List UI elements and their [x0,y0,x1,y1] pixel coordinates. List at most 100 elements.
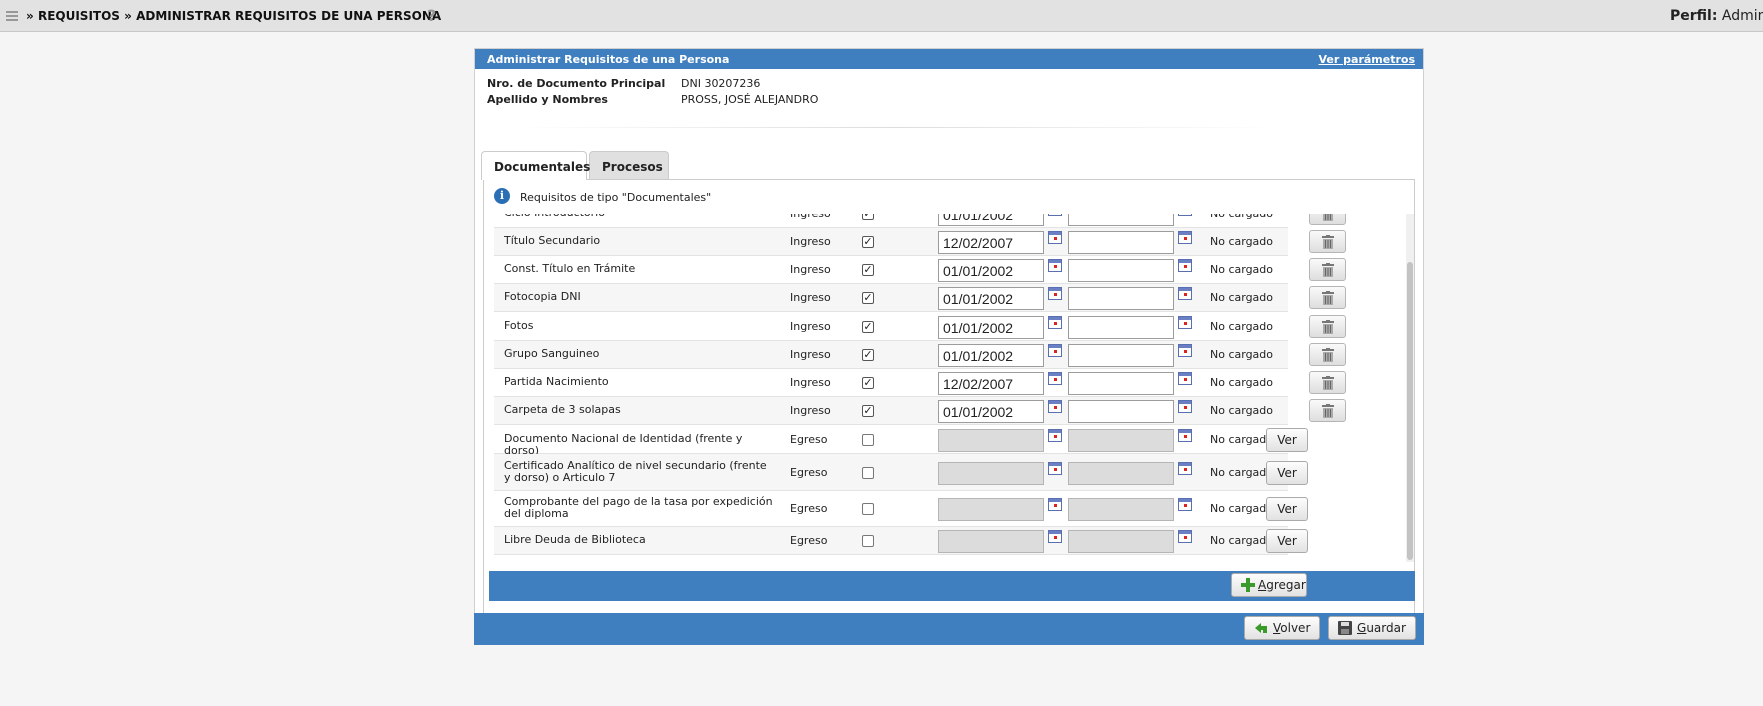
delete-button[interactable] [1309,258,1346,281]
fecha-desde-input[interactable] [938,498,1044,521]
fecha-hasta-input[interactable] [1068,400,1174,423]
calendar-icon[interactable] [1178,498,1192,511]
perfil-value: Adminis [1721,8,1763,24]
ver-button[interactable]: Ver [1266,460,1308,485]
requisito-checkbox[interactable] [862,433,874,446]
fecha-hasta-input[interactable] [1068,461,1174,485]
footer-bar: Volver Guardar [474,613,1424,645]
main-panel: Administrar Requisitos de una Persona Ve… [474,48,1424,644]
fecha-desde-input[interactable]: 01/01/2002 [938,400,1044,423]
fecha-desde-input[interactable]: 01/01/2002 [938,214,1044,226]
info-icon: i [494,188,510,204]
requisito-checkbox[interactable]: ✓ [862,236,874,248]
calendar-icon[interactable] [1178,214,1192,216]
tab-procesos[interactable]: Procesos [589,151,669,179]
help-icon[interactable]: ? [427,6,436,25]
requisito-checkbox[interactable]: ✓ [862,320,874,333]
fecha-hasta-input[interactable] [1068,498,1174,521]
calendar-icon[interactable] [1048,461,1062,475]
requisito-checkbox[interactable] [862,466,874,479]
fecha-hasta-input[interactable] [1068,214,1174,226]
fecha-desde-input[interactable] [938,461,1044,485]
fecha-hasta-input[interactable] [1068,231,1174,254]
requisito-checkbox[interactable]: ✓ [862,377,874,389]
calendar-icon[interactable] [1048,530,1062,543]
fecha-hasta-input[interactable] [1068,372,1174,395]
calendar-icon[interactable] [1048,214,1062,216]
delete-button[interactable] [1309,399,1346,422]
fecha-desde-input[interactable]: 01/01/2002 [938,344,1044,367]
requisito-checkbox[interactable]: ✓ [862,264,874,276]
requisito-checkbox[interactable]: ✓ [862,405,874,417]
fecha-desde-input[interactable] [938,428,1044,452]
status-text: No cargado [1210,235,1274,248]
scroll-thumb[interactable] [1407,262,1413,560]
status-text: No cargado [1210,319,1274,333]
guardar-button[interactable]: Guardar [1328,616,1416,640]
requisito-type: Egreso [790,534,828,547]
panel-title: Administrar Requisitos de una Persona [487,53,730,66]
fecha-desde-input[interactable] [938,530,1044,553]
calendar-icon[interactable] [1178,428,1192,442]
calendar-icon[interactable] [1048,428,1062,442]
table-row: Partida Nacimiento Ingreso ✓ 12/02/2007 No c… [494,369,1346,397]
calendar-icon[interactable] [1048,231,1062,244]
calendar-icon[interactable] [1178,287,1192,300]
delete-button[interactable] [1309,214,1346,225]
add-bar: Agregar [489,571,1415,601]
fecha-hasta-input[interactable] [1068,259,1174,282]
calendar-icon[interactable] [1048,344,1062,357]
fecha-desde-input[interactable]: 01/01/2002 [938,315,1044,339]
requisito-type: Egreso [790,465,828,479]
ver-button[interactable]: Ver [1266,497,1308,521]
calendar-icon[interactable] [1048,287,1062,300]
menu-icon[interactable] [6,11,18,21]
fecha-desde-input[interactable]: 12/02/2007 [938,231,1044,254]
fecha-desde-input[interactable]: 01/01/2002 [938,259,1044,282]
requisito-type: Ingreso [790,214,831,220]
breadcrumb-item-requisitos[interactable]: REQUISITOS [38,9,120,23]
volver-button[interactable]: Volver [1244,616,1320,640]
calendar-icon[interactable] [1178,372,1192,385]
status-text: No cargado [1210,348,1274,361]
calendar-icon[interactable] [1178,530,1192,543]
delete-button[interactable] [1309,314,1346,338]
fecha-hasta-input[interactable] [1068,315,1174,339]
calendar-icon[interactable] [1048,315,1062,329]
requisito-checkbox[interactable]: ✓ [862,214,874,220]
fecha-hasta-input[interactable] [1068,344,1174,367]
fecha-desde-input[interactable]: 12/02/2007 [938,372,1044,395]
ver-button[interactable]: Ver [1266,427,1308,452]
calendar-icon[interactable] [1048,498,1062,511]
requisito-type: Egreso [790,432,828,446]
calendar-icon[interactable] [1178,461,1192,475]
tab-documentales[interactable]: Documentales [481,151,590,180]
calendar-icon[interactable] [1048,372,1062,385]
calendar-icon[interactable] [1048,259,1062,272]
requisito-checkbox[interactable] [862,503,874,515]
scrollbar[interactable] [1406,214,1414,562]
calendar-icon[interactable] [1178,344,1192,357]
ver-parametros-link[interactable]: Ver parámetros [1319,53,1415,66]
delete-button[interactable] [1309,371,1346,394]
calendar-icon[interactable] [1178,315,1192,329]
requisito-checkbox[interactable]: ✓ [862,349,874,361]
fecha-hasta-input[interactable] [1068,287,1174,310]
delete-button[interactable] [1309,230,1346,253]
fecha-desde-input[interactable]: 01/01/2002 [938,287,1044,310]
ver-button[interactable]: Ver [1266,529,1308,553]
agregar-button[interactable]: Agregar [1231,573,1307,597]
calendar-icon[interactable] [1178,231,1192,244]
requisito-checkbox[interactable] [862,535,874,547]
fecha-hasta-input[interactable] [1068,428,1174,452]
delete-button[interactable] [1309,343,1346,366]
calendar-icon[interactable] [1178,259,1192,272]
delete-button[interactable] [1309,286,1346,309]
status-text: No cargado [1210,432,1274,446]
table-row: Documento Nacional de Identidad (frente … [494,425,1308,456]
fecha-hasta-input[interactable] [1068,530,1174,553]
calendar-icon[interactable] [1048,400,1062,413]
calendar-icon[interactable] [1178,400,1192,413]
requisito-checkbox[interactable]: ✓ [862,292,874,304]
panel-header: Administrar Requisitos de una Persona Ve… [475,49,1423,69]
